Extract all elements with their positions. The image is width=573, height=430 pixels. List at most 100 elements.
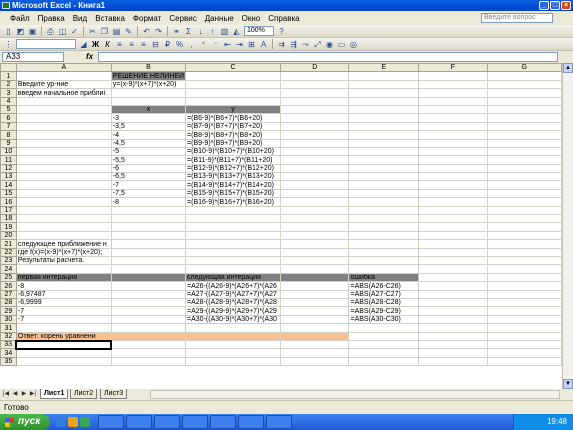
scroll-up-arrow-icon[interactable]: ▲	[563, 63, 573, 73]
row-header[interactable]: 13	[0, 172, 17, 182]
cell-c23[interactable]	[185, 255, 281, 266]
cell-c20[interactable]	[185, 230, 281, 241]
cell-c3[interactable]	[185, 88, 281, 98]
cell-b34[interactable]	[110, 348, 187, 358]
cell-g34[interactable]	[486, 348, 562, 358]
cell-g2[interactable]	[486, 79, 562, 90]
cell-c25[interactable]: следующая интерация	[185, 272, 281, 283]
menu-help[interactable]: Справка	[268, 14, 299, 23]
cell-d28[interactable]	[279, 297, 350, 308]
cell-e22[interactable]	[348, 247, 420, 258]
cell-g3[interactable]	[486, 88, 562, 98]
quicklaunch-desktop-icon[interactable]	[80, 417, 90, 427]
maximize-button[interactable]: □	[550, 1, 560, 10]
cell-d20[interactable]	[279, 230, 350, 241]
cell-b22[interactable]	[110, 247, 187, 258]
cell-e4[interactable]	[348, 96, 420, 106]
cell-e8[interactable]	[348, 130, 420, 140]
cell-c2[interactable]	[185, 79, 281, 90]
column-header-g[interactable]: G	[486, 63, 562, 73]
cell-d3[interactable]	[279, 88, 350, 98]
error-check-icon[interactable]: ◉	[325, 40, 334, 49]
undo-icon[interactable]: ↶	[142, 27, 151, 36]
taskbar-item-1[interactable]	[98, 415, 124, 429]
row-header[interactable]: 28	[0, 297, 17, 308]
cell-g30[interactable]	[486, 314, 562, 325]
cell-b10[interactable]: -5	[110, 146, 187, 157]
first-sheet-icon[interactable]: |◀	[2, 390, 10, 398]
cell-b5[interactable]: x	[110, 104, 187, 115]
cell-c19[interactable]	[185, 222, 281, 232]
cell-e17[interactable]	[348, 205, 420, 216]
cell-b25[interactable]	[110, 272, 187, 283]
cell-c16[interactable]: =(B16-9)*(B16+7)*(B16+20)	[185, 197, 281, 207]
cell-f11[interactable]	[418, 155, 488, 165]
prev-sheet-icon[interactable]: ◀	[11, 390, 19, 398]
sheet-tab-1[interactable]: Лист1	[40, 389, 69, 399]
cell-f3[interactable]	[418, 88, 488, 98]
cell-d22[interactable]	[279, 247, 350, 258]
cell-b2[interactable]: y=(x-9)*(x+7)*(x+20)	[110, 79, 187, 90]
cell-e3[interactable]	[348, 88, 420, 98]
cell-f6[interactable]	[418, 113, 488, 123]
cell-a31[interactable]	[15, 323, 112, 333]
cell-e26[interactable]: =ABS(A26-C26)	[348, 281, 420, 291]
cell-b30[interactable]	[110, 314, 187, 325]
cell-f12[interactable]	[418, 163, 488, 174]
cell-g26[interactable]	[486, 281, 562, 291]
menu-data[interactable]: Данные	[205, 14, 234, 23]
cell-b13[interactable]: -6,5	[110, 172, 187, 182]
cell-d1[interactable]	[279, 71, 350, 81]
cell-f7[interactable]	[418, 121, 488, 132]
cell-f29[interactable]	[418, 306, 488, 316]
cell-a20[interactable]	[15, 230, 112, 241]
cut-icon[interactable]: ✂	[88, 27, 97, 36]
zoom-select[interactable]: 100%	[244, 26, 274, 36]
cell-f13[interactable]	[418, 172, 488, 182]
cell-b19[interactable]	[110, 222, 187, 232]
cell-d15[interactable]	[279, 188, 350, 199]
bold-icon[interactable]: Ж	[91, 40, 100, 49]
cell-e28[interactable]: =ABS(A28-C28)	[348, 297, 420, 308]
start-button[interactable]: пуск	[0, 414, 50, 430]
cell-a15[interactable]	[15, 188, 112, 199]
taskbar-item-7[interactable]	[266, 415, 292, 429]
cell-g24[interactable]	[486, 264, 562, 274]
cell-e24[interactable]	[348, 264, 420, 274]
hyperlink-icon[interactable]: ⚭	[172, 27, 181, 36]
cell-f2[interactable]	[418, 79, 488, 90]
cell-e20[interactable]	[348, 230, 420, 241]
cell-b28[interactable]	[110, 297, 187, 308]
row-header[interactable]: 12	[0, 163, 17, 174]
close-button[interactable]: ×	[561, 1, 571, 10]
cell-c4[interactable]	[185, 96, 281, 106]
row-header[interactable]: 18	[0, 214, 17, 224]
row-header[interactable]: 27	[0, 289, 17, 299]
cell-c31[interactable]	[185, 323, 281, 333]
cell-f23[interactable]	[418, 255, 488, 266]
cell-f19[interactable]	[418, 222, 488, 232]
cell-c32[interactable]	[185, 331, 281, 341]
cell-f8[interactable]	[418, 130, 488, 140]
cell-c9[interactable]: =(B9-9)*(B9+7)*(B9+20)	[185, 138, 281, 148]
minimize-button[interactable]: _	[539, 1, 549, 10]
row-header[interactable]: 17	[0, 205, 17, 216]
cell-g25[interactable]	[486, 272, 562, 283]
cell-c18[interactable]	[185, 214, 281, 224]
cell-f9[interactable]	[418, 138, 488, 148]
select-all-corner[interactable]	[0, 63, 17, 73]
toolbar-options-icon[interactable]: ⋮	[4, 40, 13, 49]
formula-input[interactable]	[98, 52, 558, 62]
cell-d27[interactable]	[279, 289, 350, 299]
cell-e31[interactable]	[348, 323, 420, 333]
cell-a30[interactable]: -7	[15, 314, 112, 325]
cell-b29[interactable]	[110, 306, 187, 316]
cell-a22[interactable]: где f(x)=(x-9)*(x+7)*(x+20);	[15, 247, 112, 258]
new-icon[interactable]: ▯	[4, 27, 13, 36]
cell-d6[interactable]	[279, 113, 350, 123]
cell-d17[interactable]	[279, 205, 350, 216]
row-header[interactable]: 7	[0, 121, 17, 132]
cell-b15[interactable]: -7,5	[110, 188, 187, 199]
cell-g14[interactable]	[486, 180, 562, 190]
next-sheet-icon[interactable]: ▶	[20, 390, 28, 398]
